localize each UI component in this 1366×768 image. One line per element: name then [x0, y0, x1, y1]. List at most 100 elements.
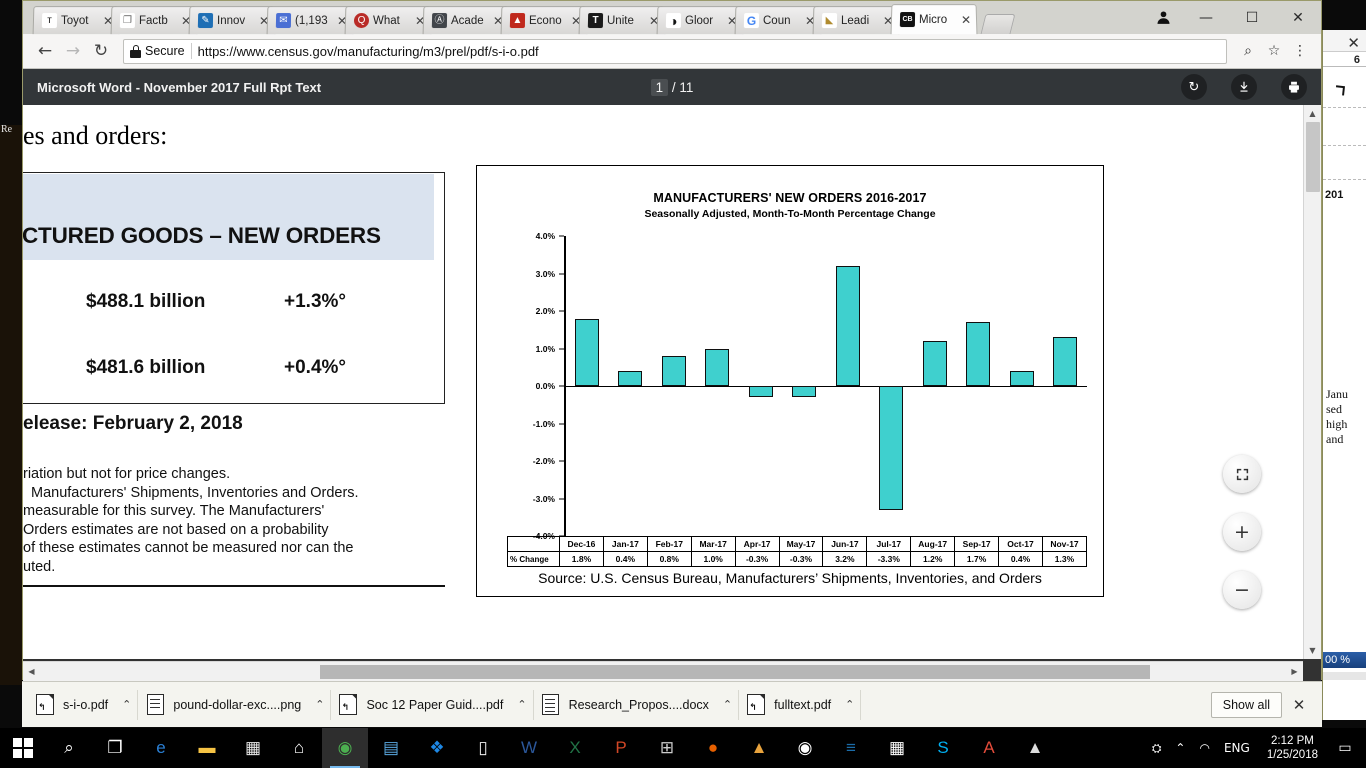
people-icon[interactable]: ⛭	[1145, 728, 1169, 768]
search-icon[interactable]: ⌕	[46, 728, 92, 768]
calculator-icon[interactable]: ⊞	[644, 728, 690, 768]
download-icon[interactable]	[1231, 74, 1257, 100]
scroll-right-arrow[interactable]: ▶	[1286, 667, 1303, 676]
scroll-left-arrow[interactable]: ◀	[23, 667, 40, 676]
pdf-horizontal-scrollbar[interactable]: ◀ ▶	[23, 661, 1303, 681]
pdf-current-page[interactable]: 1	[650, 78, 669, 96]
table-corner-cell	[507, 536, 560, 552]
browser-tab-5[interactable]: Ⓐ Acade ✕	[422, 6, 510, 35]
download-item-1[interactable]: pound-dollar-exc....png ⌃	[138, 689, 332, 720]
bookmark-star-icon[interactable]: ☆	[1261, 38, 1287, 64]
download-item-2[interactable]: ↰ Soc 12 Paper Guid....pdf ⌃	[331, 689, 534, 720]
browser-tab-10[interactable]: ◣ Leadi ✕	[812, 6, 900, 35]
chrome-icon[interactable]: ◉	[322, 728, 368, 768]
background-window-left[interactable]: Re	[0, 125, 22, 685]
rotate-icon[interactable]: ↻	[1181, 74, 1207, 100]
download-menu-caret[interactable]: ⌃	[122, 698, 131, 711]
browser-tab-1[interactable]: ❐ Factb ✕	[110, 6, 198, 35]
zoom-in-button[interactable]: +	[1223, 513, 1261, 551]
vscroll-thumb[interactable]	[1306, 122, 1320, 192]
scroll-down-arrow[interactable]: ▼	[1304, 642, 1321, 659]
table-cell-value: 0.4%	[602, 551, 648, 567]
browser-tab-4[interactable]: Q What ✕	[344, 6, 432, 35]
hscroll-track[interactable]	[40, 664, 1286, 679]
network-icon[interactable]: ◠	[1192, 728, 1216, 768]
new-tab-button[interactable]	[980, 14, 1016, 34]
eye-icon[interactable]: ◉	[782, 728, 828, 768]
box-title: CTURED GOODS – NEW ORDERS	[23, 223, 381, 248]
zoom-out-button[interactable]: −	[1223, 571, 1261, 609]
download-menu-caret[interactable]: ⌃	[315, 698, 324, 711]
download-menu-caret[interactable]: ⌃	[845, 698, 854, 711]
scroll-up-arrow[interactable]: ▲	[1304, 105, 1321, 122]
store-icon[interactable]: ▦	[230, 728, 276, 768]
forward-button[interactable]: →	[59, 37, 87, 65]
download-menu-caret[interactable]: ⌃	[723, 698, 732, 711]
y-axis-tick-label: 2.0%	[535, 306, 555, 316]
browser-tab-7[interactable]: T Unite ✕	[578, 6, 666, 35]
bg-right-close-icon[interactable]: ✕	[1347, 34, 1360, 52]
browser-tab-8[interactable]: ◑ Gloor ✕	[656, 6, 744, 35]
y-axis-tick-label: -3.0%	[532, 493, 555, 504]
endnote-icon[interactable]: ≡	[828, 728, 874, 768]
skype-icon[interactable]: S	[920, 728, 966, 768]
browser-tab-3[interactable]: ✉ (1,193 ✕	[266, 6, 354, 35]
url-text[interactable]: https://www.census.gov/manufacturing/m3/…	[198, 44, 1220, 59]
language-indicator[interactable]: ENG	[1217, 728, 1257, 768]
bg-right-zoom-indicator: 00 %	[1323, 652, 1366, 668]
windows-taskbar: ⌕ ❐ e ▬ ▦ ⌂ ◉ ▤ ❖ ▯ W X P ⊞ ● ▲ ◉ ≡ ▦ S A ▲ ⛭ ⌃ ◠ ENG 2:12 …	[0, 728, 1366, 768]
browser-tab-6[interactable]: ▲ Econo ✕	[500, 6, 588, 35]
maximize-button[interactable]: ☐	[1229, 3, 1275, 33]
powerpoint-icon[interactable]: P	[598, 728, 644, 768]
firefox-icon[interactable]: ●	[690, 728, 736, 768]
download-item-4[interactable]: ↰ fulltext.pdf ⌃	[739, 689, 862, 720]
chrome-menu-icon[interactable]: ⋮	[1287, 38, 1313, 64]
photos-icon[interactable]: ▲	[1012, 728, 1058, 768]
acrobat-icon[interactable]: A	[966, 728, 1012, 768]
close-download-shelf-icon[interactable]: ✕	[1282, 696, 1316, 714]
table-column-header: May-17	[778, 536, 824, 552]
show-hidden-icons-chevron[interactable]: ⌃	[1168, 728, 1192, 768]
bg-right-hscrollbar[interactable]	[1323, 672, 1366, 680]
notepad-icon[interactable]: ▯	[460, 728, 506, 768]
acrobat-icon-glyph: A	[983, 738, 995, 757]
fit-page-icon[interactable]	[1223, 455, 1261, 493]
browser-tab-0[interactable]: ᴛ Toyot ✕	[32, 6, 120, 35]
notification-center-icon[interactable]: ▭	[1328, 740, 1362, 756]
start-button[interactable]	[0, 728, 46, 768]
background-window-right[interactable]: ✕ 6 ⌝ 201 Janu sed high and 00 %	[1322, 30, 1366, 720]
hscroll-thumb[interactable]	[320, 664, 1150, 679]
calendar-icon[interactable]: ▦	[874, 728, 920, 768]
reload-button[interactable]: ↻	[87, 37, 115, 65]
edge-icon[interactable]: e	[138, 728, 184, 768]
browser-tab-11-active[interactable]: CB Micro ✕	[890, 4, 978, 35]
pdf-vertical-scrollbar[interactable]: ▲ ▼	[1303, 105, 1321, 659]
download-item-3[interactable]: Research_Propos....docx ⌃	[534, 689, 740, 720]
browser-tab-2[interactable]: ✎ Innov ✕	[188, 6, 276, 35]
download-menu-caret[interactable]: ⌃	[517, 698, 526, 711]
clock[interactable]: 2:12 PM 1/25/2018	[1257, 734, 1328, 763]
show-all-downloads-button[interactable]: Show all	[1210, 691, 1282, 718]
minimize-button[interactable]: —	[1183, 3, 1229, 33]
profile-icon[interactable]	[1143, 3, 1183, 33]
document-heading: es and orders:	[23, 121, 168, 150]
excel-icon[interactable]: X	[552, 728, 598, 768]
print-icon[interactable]	[1281, 74, 1307, 100]
word-icon[interactable]: W	[506, 728, 552, 768]
zoom-indicator-icon[interactable]: ⌕	[1235, 38, 1261, 64]
tab-label: Leadi	[840, 14, 870, 27]
download-item-0[interactable]: ↰ s-i-o.pdf ⌃	[28, 689, 139, 720]
security-icon[interactable]: ❖	[414, 728, 460, 768]
browser-tab-9[interactable]: G Coun ✕	[734, 6, 822, 35]
display-icon[interactable]: ▤	[368, 728, 414, 768]
vlc-icon[interactable]: ▲	[736, 728, 782, 768]
tab-close-icon[interactable]: ✕	[960, 13, 972, 27]
back-button[interactable]: ←	[31, 37, 59, 65]
home-icon[interactable]: ⌂	[276, 728, 322, 768]
chart-plot-area: 4.0% 3.0% 2.0% 1.0% 0.0% -1.0% -2.0% -3.0% -4.0%	[507, 231, 1087, 541]
task-view-icon[interactable]: ❐	[92, 728, 138, 768]
address-bar[interactable]: Secure https://www.census.gov/manufactur…	[123, 38, 1227, 64]
chart-bar	[618, 371, 643, 386]
file-explorer-icon[interactable]: ▬	[184, 728, 230, 768]
close-button[interactable]: ✕	[1275, 3, 1321, 33]
